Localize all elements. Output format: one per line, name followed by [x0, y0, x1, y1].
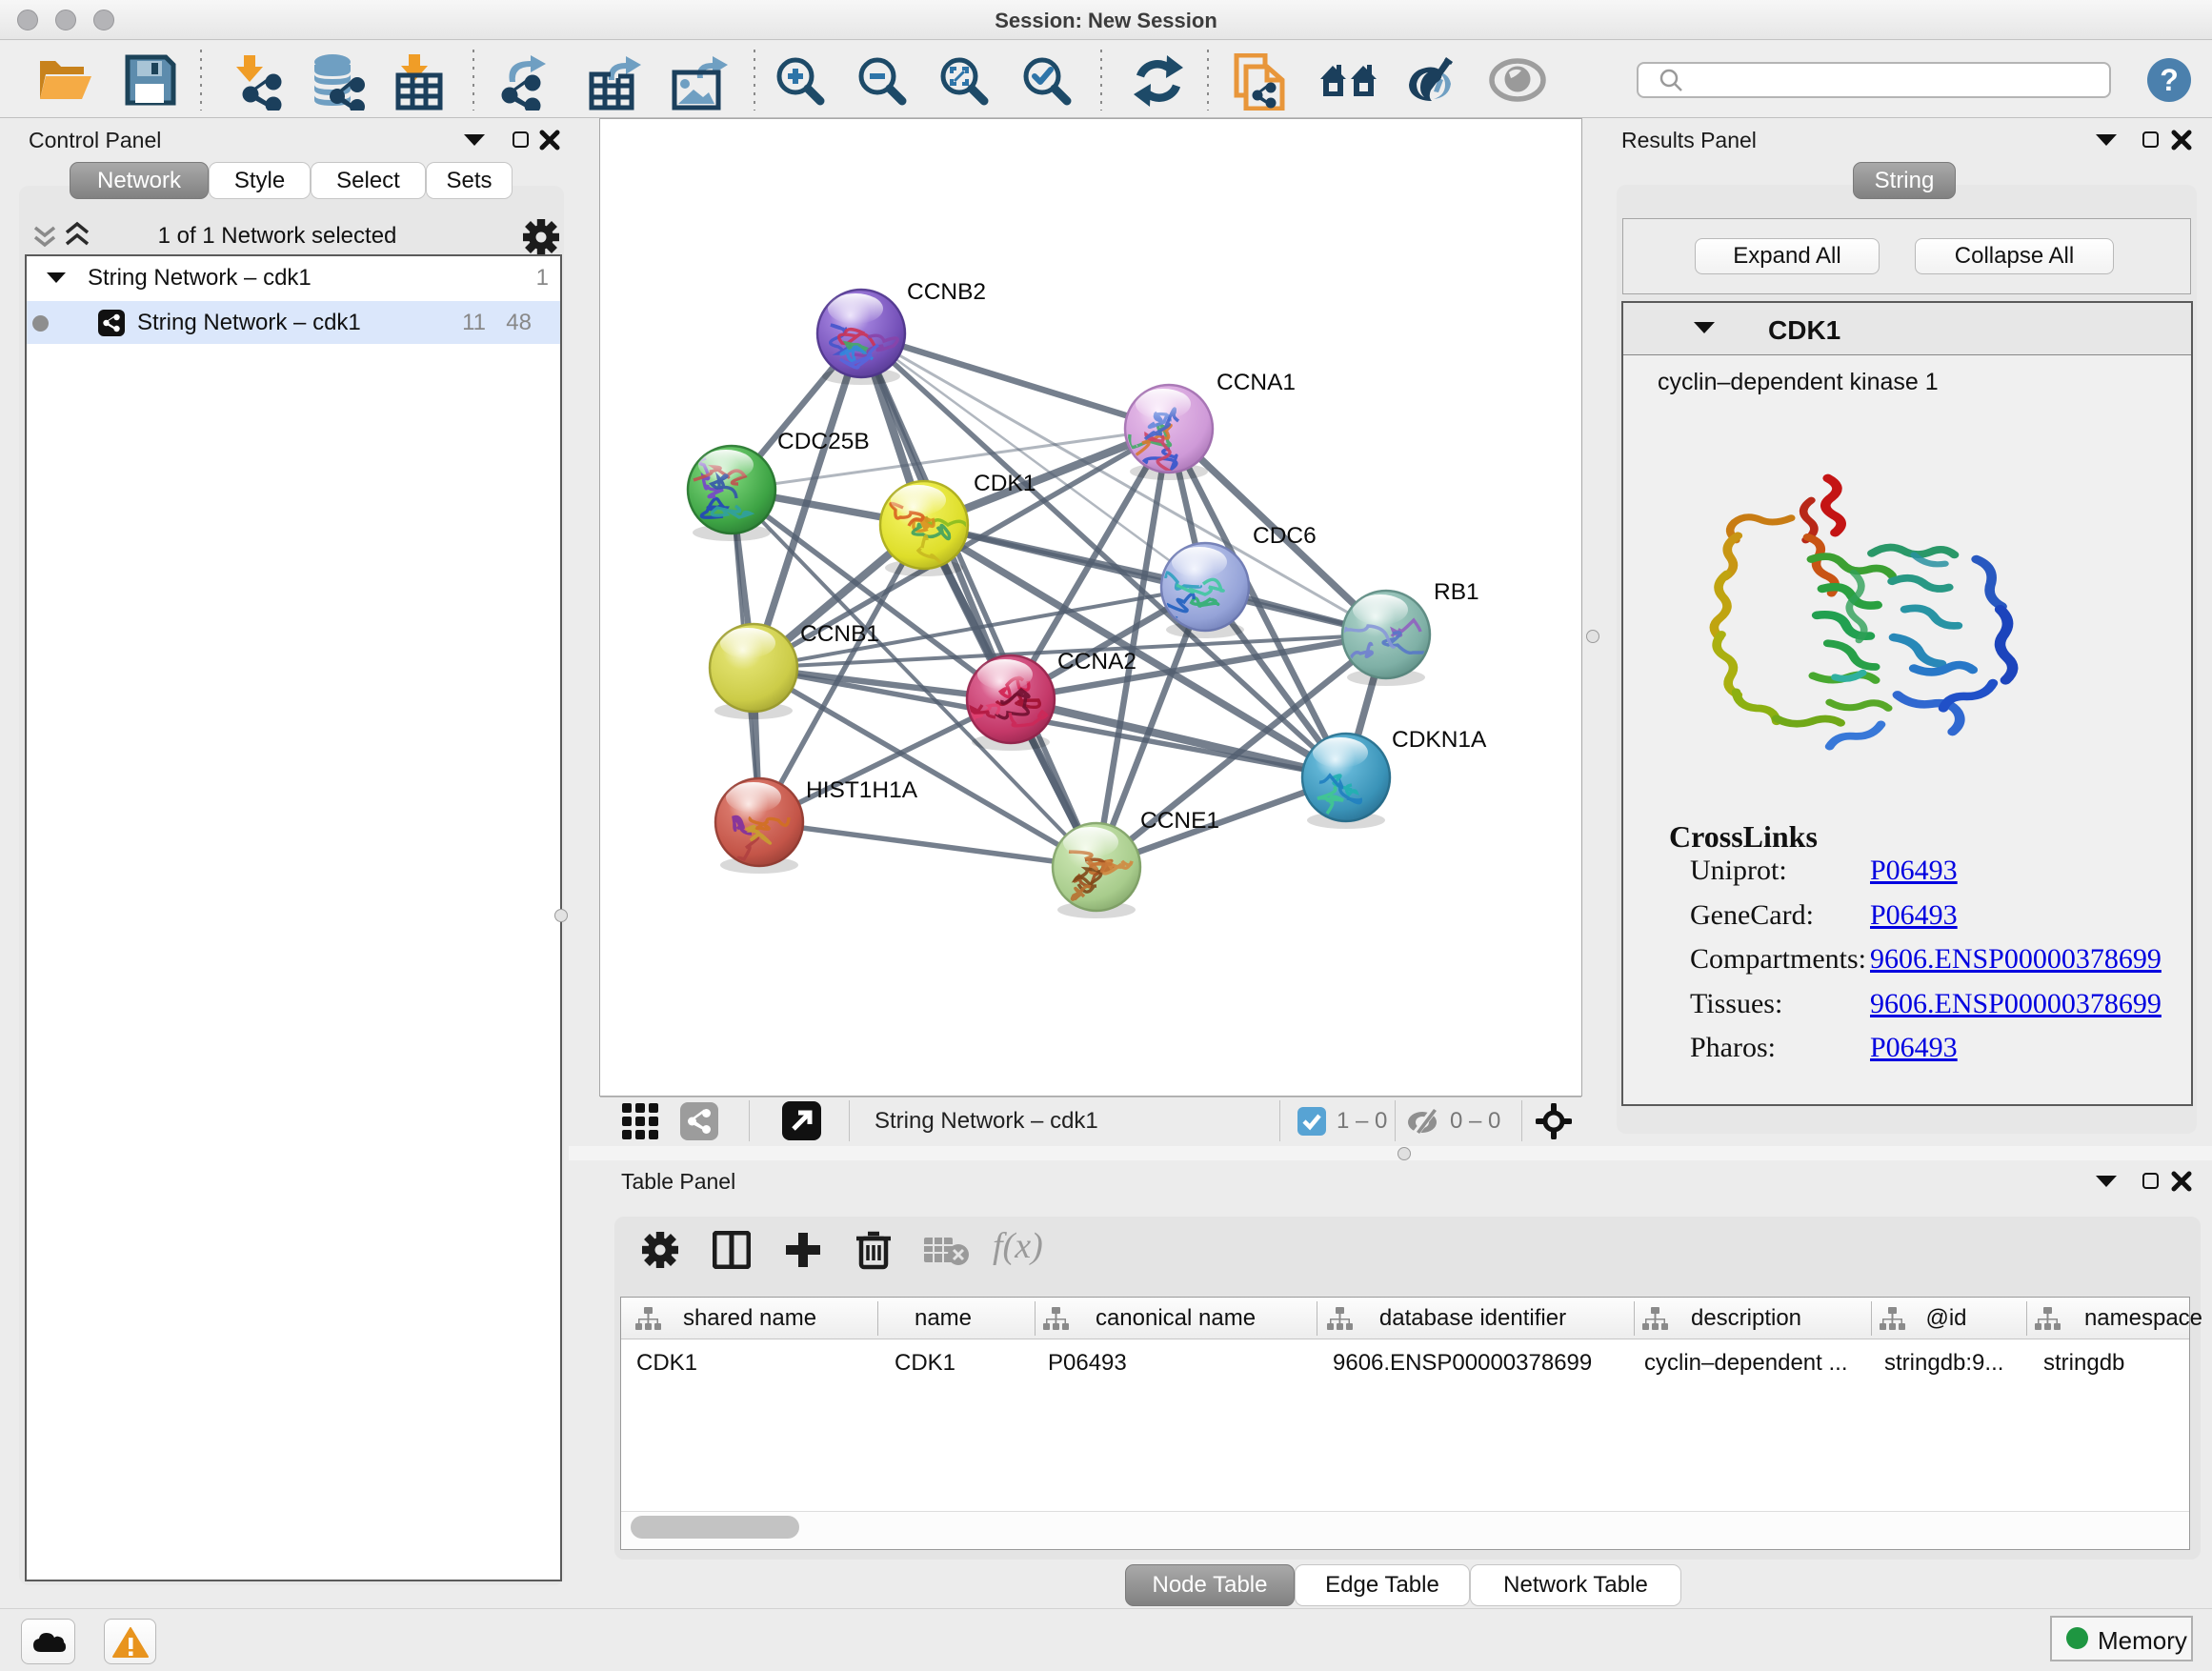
svg-text:CDC25B: CDC25B [777, 429, 870, 454]
svg-text:CDKN1A: CDKN1A [1392, 727, 1487, 753]
svg-text:CCNA1: CCNA1 [1217, 370, 1296, 395]
svg-text:CCNE1: CCNE1 [1140, 808, 1219, 834]
svg-text:CCNB1: CCNB1 [800, 621, 879, 647]
svg-text:CDC6: CDC6 [1253, 523, 1317, 549]
svg-text:CCNB2: CCNB2 [907, 279, 986, 305]
svg-text:CDK1: CDK1 [974, 471, 1036, 496]
svg-text:CCNA2: CCNA2 [1057, 649, 1136, 674]
svg-text:RB1: RB1 [1434, 579, 1479, 605]
svg-text:HIST1H1A: HIST1H1A [806, 777, 918, 803]
